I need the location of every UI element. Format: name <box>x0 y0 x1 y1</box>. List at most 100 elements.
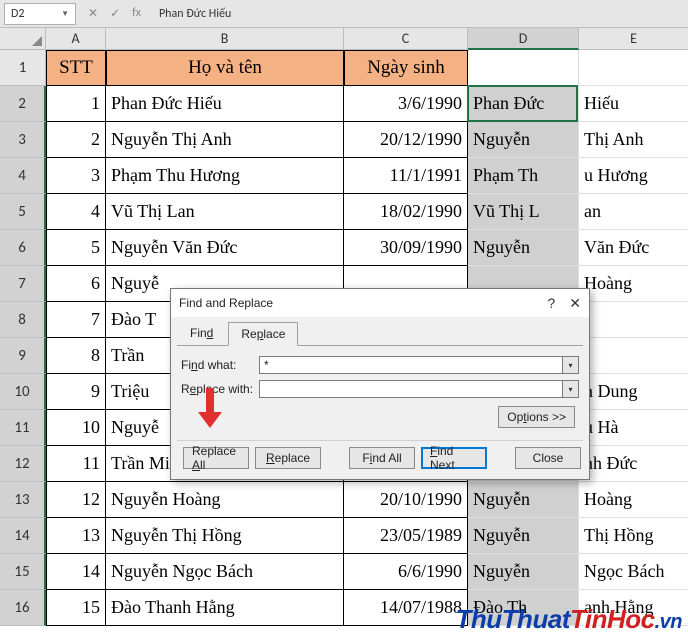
cell-stt[interactable]: 15 <box>46 590 106 626</box>
col-header-e[interactable]: E <box>579 28 688 50</box>
tab-find[interactable]: Find <box>177 321 226 345</box>
row-header[interactable]: 16 <box>0 590 46 626</box>
cell-e[interactable]: Hoàng <box>579 266 688 302</box>
replace-with-dropdown[interactable]: ▾ <box>563 380 579 398</box>
cell[interactable] <box>579 50 688 86</box>
row-header[interactable]: 5 <box>0 194 46 230</box>
cell-e[interactable]: an <box>579 194 688 230</box>
cell-e[interactable]: n Dung <box>579 374 688 410</box>
cell-stt[interactable]: 4 <box>46 194 106 230</box>
cell-d[interactable]: Nguyễn <box>468 518 579 554</box>
cell-stt[interactable]: 1 <box>46 86 106 122</box>
row-header[interactable]: 13 <box>0 482 46 518</box>
row-header[interactable]: 6 <box>0 230 46 266</box>
replace-all-button[interactable]: Replace All <box>183 447 249 469</box>
cell-name[interactable]: Nguyễn Hoàng <box>106 482 344 518</box>
row-header[interactable]: 14 <box>0 518 46 554</box>
cell-stt[interactable]: 10 <box>46 410 106 446</box>
cell-stt[interactable]: 14 <box>46 554 106 590</box>
close-icon[interactable]: ✕ <box>569 295 581 312</box>
col-header-b[interactable]: B <box>106 28 344 50</box>
header-cell-stt[interactable]: STT <box>46 50 106 86</box>
cell-name[interactable]: Nguyễn Văn Đức <box>106 230 344 266</box>
cell-e[interactable]: Văn Đức <box>579 230 688 266</box>
cell-e[interactable]: u Hà <box>579 410 688 446</box>
cell-dob[interactable]: 20/12/1990 <box>344 122 468 158</box>
cell-stt[interactable]: 7 <box>46 302 106 338</box>
cancel-icon[interactable]: ✕ <box>88 6 98 21</box>
cell-name[interactable]: Phan Đức Hiếu <box>106 86 344 122</box>
header-cell-dob[interactable]: Ngày sinh <box>344 50 468 86</box>
row-header[interactable]: 15 <box>0 554 46 590</box>
cell-e[interactable]: Thị Hồng <box>579 518 688 554</box>
cell[interactable] <box>468 50 579 86</box>
row-header[interactable]: 12 <box>0 446 46 482</box>
row-header[interactable]: 8 <box>0 302 46 338</box>
cell-name[interactable]: Nguyễn Thị Anh <box>106 122 344 158</box>
cell-e[interactable]: nh Đức <box>579 446 688 482</box>
cell-dob[interactable]: 14/07/1988 <box>344 590 468 626</box>
cell-stt[interactable]: 5 <box>46 230 106 266</box>
row-header[interactable]: 1 <box>0 50 46 86</box>
cell-stt[interactable]: 12 <box>46 482 106 518</box>
replace-with-input[interactable] <box>259 380 563 398</box>
cell-dob[interactable]: 6/6/1990 <box>344 554 468 590</box>
cell-name[interactable]: Nguyễn Ngọc Bách <box>106 554 344 590</box>
cell-e[interactable]: u Hương <box>579 158 688 194</box>
cell-stt[interactable]: 9 <box>46 374 106 410</box>
cell-stt[interactable]: 3 <box>46 158 106 194</box>
cell-e[interactable] <box>579 302 688 338</box>
options-button[interactable]: Options >> <box>498 406 575 428</box>
cell-e[interactable]: Hiếu <box>579 86 688 122</box>
chevron-down-icon[interactable]: ▼ <box>61 9 69 19</box>
cell-dob[interactable]: 20/10/1990 <box>344 482 468 518</box>
header-cell-name[interactable]: Họ và tên <box>106 50 344 86</box>
cell-name[interactable]: Nguyễn Thị Hồng <box>106 518 344 554</box>
confirm-icon[interactable]: ✓ <box>110 6 120 21</box>
find-what-dropdown[interactable]: ▾ <box>563 356 579 374</box>
dialog-titlebar[interactable]: Find and Replace ? ✕ <box>171 289 589 317</box>
cell-dob[interactable]: 3/6/1990 <box>344 86 468 122</box>
cell-stt[interactable]: 13 <box>46 518 106 554</box>
name-box[interactable]: D2 ▼ <box>4 3 76 25</box>
row-header[interactable]: 11 <box>0 410 46 446</box>
help-icon[interactable]: ? <box>547 295 555 312</box>
formula-input[interactable]: Phan Đức Hiếu <box>153 7 688 21</box>
tab-replace[interactable]: Replace <box>228 322 298 346</box>
row-header[interactable]: 7 <box>0 266 46 302</box>
cell-d[interactable]: Phan Đức <box>468 86 579 122</box>
cell-e[interactable]: Hoàng <box>579 482 688 518</box>
find-next-button[interactable]: Find Next <box>421 447 487 469</box>
row-header[interactable]: 9 <box>0 338 46 374</box>
col-header-d[interactable]: D <box>468 28 579 50</box>
cell-d[interactable]: Nguyễn <box>468 230 579 266</box>
cell-e[interactable] <box>579 338 688 374</box>
row-header[interactable]: 10 <box>0 374 46 410</box>
cell-name[interactable]: Vũ Thị Lan <box>106 194 344 230</box>
find-what-input[interactable]: * <box>259 356 563 374</box>
close-button[interactable]: Close <box>515 447 581 469</box>
cell-dob[interactable]: 23/05/1989 <box>344 518 468 554</box>
cell-stt[interactable]: 8 <box>46 338 106 374</box>
row-header[interactable]: 2 <box>0 86 46 122</box>
cell-name[interactable]: Đào Thanh Hằng <box>106 590 344 626</box>
fx-icon[interactable]: fx <box>132 6 141 21</box>
cell-stt[interactable]: 11 <box>46 446 106 482</box>
cell-dob[interactable]: 18/02/1990 <box>344 194 468 230</box>
cell-stt[interactable]: 6 <box>46 266 106 302</box>
cell-d[interactable]: Vũ Thị L <box>468 194 579 230</box>
row-header[interactable]: 3 <box>0 122 46 158</box>
col-header-c[interactable]: C <box>344 28 468 50</box>
cell-e[interactable]: Ngọc Bách <box>579 554 688 590</box>
cell-name[interactable]: Phạm Thu Hương <box>106 158 344 194</box>
cell-dob[interactable]: 30/09/1990 <box>344 230 468 266</box>
cell-dob[interactable]: 11/1/1991 <box>344 158 468 194</box>
row-header[interactable]: 4 <box>0 158 46 194</box>
replace-button[interactable]: Replace <box>255 447 321 469</box>
cell-e[interactable]: Thị Anh <box>579 122 688 158</box>
select-all-corner[interactable] <box>0 28 46 50</box>
cell-d[interactable]: Nguyễn <box>468 482 579 518</box>
find-all-button[interactable]: Find All <box>349 447 415 469</box>
cell-d[interactable]: Nguyễn <box>468 554 579 590</box>
cell-d[interactable]: Phạm Th <box>468 158 579 194</box>
